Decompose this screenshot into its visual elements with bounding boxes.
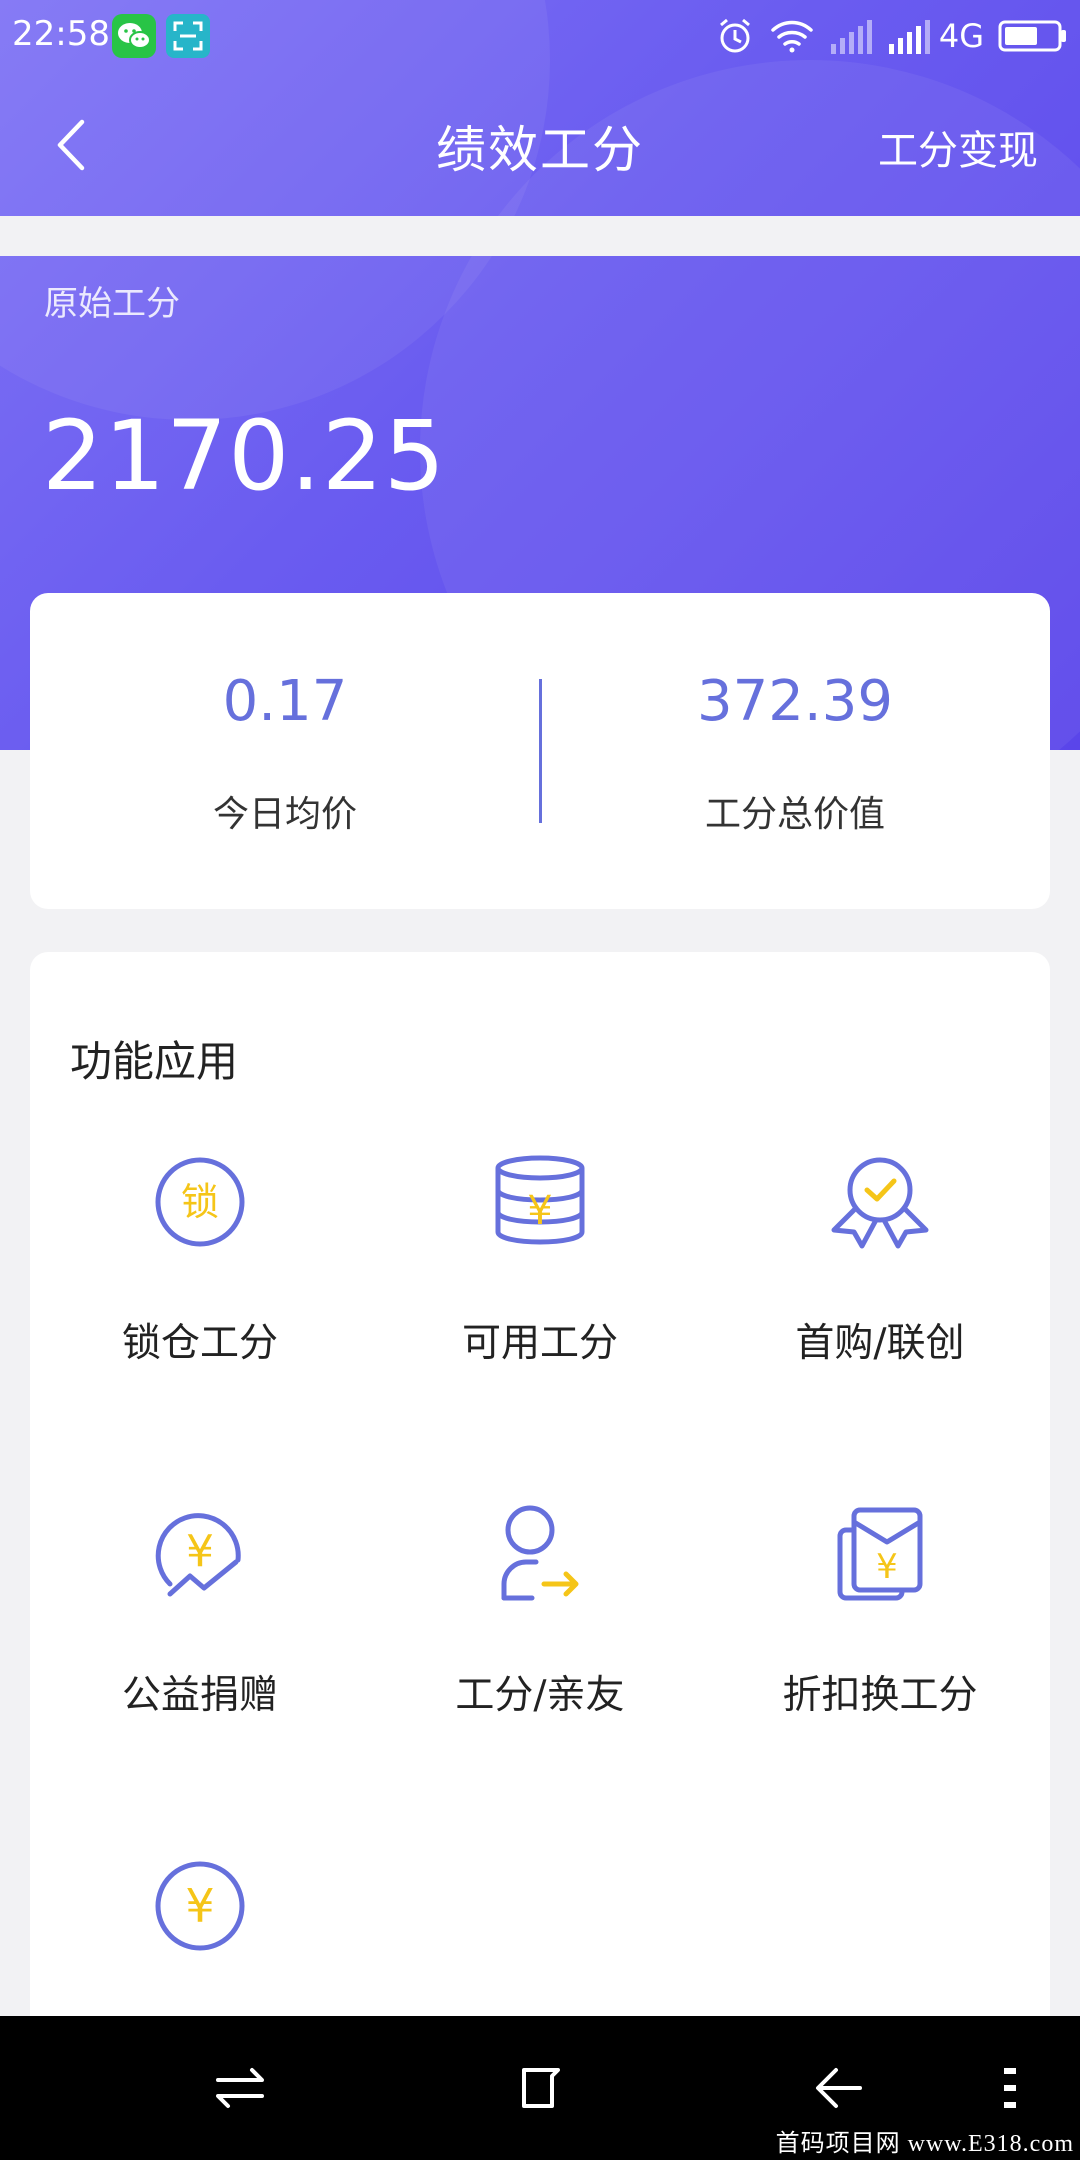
lock-coin-icon: 锁 — [155, 1157, 245, 1247]
stat-value: 372.39 — [697, 669, 893, 734]
icon-glyph: ¥ — [185, 1879, 214, 1933]
menu-dots-icon[interactable] — [990, 2058, 1030, 2118]
donation-icon: ¥ — [155, 1513, 241, 1597]
stat-avg-price[interactable]: 0.17 今日均价 — [30, 593, 540, 909]
functions-card: 功能应用 锁 锁仓工分 ¥ 可用工分 首购/联创 ¥ 公益捐赠 工分/亲友 ¥ … — [30, 952, 1050, 2082]
icon-glyph: 锁 — [181, 1180, 219, 1224]
func-label: 公益捐赠 — [121, 1673, 278, 1718]
icon-glyph: ¥ — [186, 1526, 214, 1577]
award-badge-icon — [831, 1157, 929, 1249]
scan-icon — [166, 14, 210, 58]
func-lock-points[interactable]: 锁 锁仓工分 — [30, 1152, 370, 1452]
func-label: 工分/亲友 — [455, 1673, 625, 1718]
top-nav-bar: 绩效工分 工分变现 — [0, 72, 1080, 216]
cash-out-link[interactable]: 工分变现 — [878, 118, 1038, 176]
icon-glyph: ¥ — [527, 1188, 552, 1234]
func-charity-donation[interactable]: ¥ 公益捐赠 — [30, 1504, 370, 1804]
user-transfer-icon — [501, 1505, 579, 1601]
wifi-icon — [771, 20, 813, 53]
original-points-label: 原始工分 — [44, 284, 180, 324]
header-gap — [0, 216, 1080, 256]
func-available-points[interactable]: ¥ 可用工分 — [370, 1152, 710, 1452]
stat-value: 0.17 — [222, 669, 348, 734]
stat-label: 工分总价值 — [704, 794, 885, 835]
system-nav-bar: 首码项目网 www.E318.com — [0, 2016, 1080, 2160]
stat-label: 今日均价 — [212, 794, 357, 835]
original-points-value: 2170.25 — [42, 400, 446, 512]
func-label: 可用工分 — [461, 1321, 618, 1366]
status-time: 22:58 — [12, 14, 110, 54]
stat-total-value[interactable]: 372.39 工分总价值 — [540, 593, 1050, 909]
func-transfer-friends[interactable]: 工分/亲友 — [370, 1504, 710, 1804]
wechat-icon — [112, 14, 156, 58]
home-square-icon[interactable] — [510, 2058, 570, 2118]
stats-card: 0.17 今日均价 372.39 工分总价值 — [30, 593, 1050, 909]
back-arrow-icon[interactable] — [810, 2058, 870, 2118]
battery-icon — [998, 20, 1066, 52]
yuan-coin-icon: ¥ — [155, 1861, 245, 1951]
func-discount-exchange[interactable]: ¥ 折扣换工分 — [710, 1504, 1050, 1804]
func-label: 锁仓工分 — [121, 1321, 278, 1366]
signal-icon — [888, 20, 930, 54]
func-first-purchase[interactable]: 首购/联创 — [710, 1152, 1050, 1452]
switch-icon[interactable] — [210, 2058, 270, 2118]
watermark: 首码项目网 www.E318.com — [775, 2131, 1074, 2157]
functions-title: 功能应用 — [70, 1037, 239, 1086]
red-envelope-icon: ¥ — [837, 1507, 923, 1601]
func-label: 首购/联创 — [795, 1321, 965, 1366]
func-label: 折扣换工分 — [782, 1673, 978, 1718]
coin-stack-icon: ¥ — [495, 1155, 585, 1245]
alarm-icon — [719, 18, 750, 53]
status-bar: 22:58 4G — [0, 0, 1080, 72]
icon-glyph: ¥ — [876, 1547, 898, 1587]
status-right-icons: 4G — [715, 14, 1068, 58]
signal-icon — [830, 20, 872, 54]
network-type: 4G — [938, 17, 984, 55]
